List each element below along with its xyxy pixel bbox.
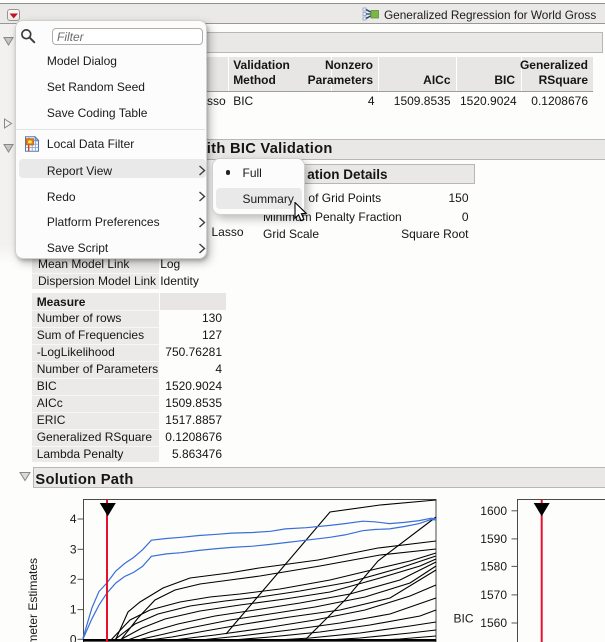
svg-text:1: 1 <box>70 603 77 617</box>
svg-text:Parameter Estimates: Parameter Estimates <box>26 558 40 642</box>
svg-text:1560: 1560 <box>480 616 507 630</box>
svg-text:2: 2 <box>70 572 77 586</box>
svg-text:1570: 1570 <box>480 588 507 602</box>
svg-text:1590: 1590 <box>480 532 507 546</box>
svg-text:1600: 1600 <box>480 504 507 518</box>
svg-text:3: 3 <box>70 542 77 556</box>
svg-text:0: 0 <box>70 632 77 642</box>
svg-text:1580: 1580 <box>480 559 507 573</box>
svg-text:4: 4 <box>70 512 77 526</box>
svg-text:BIC: BIC <box>453 612 473 626</box>
